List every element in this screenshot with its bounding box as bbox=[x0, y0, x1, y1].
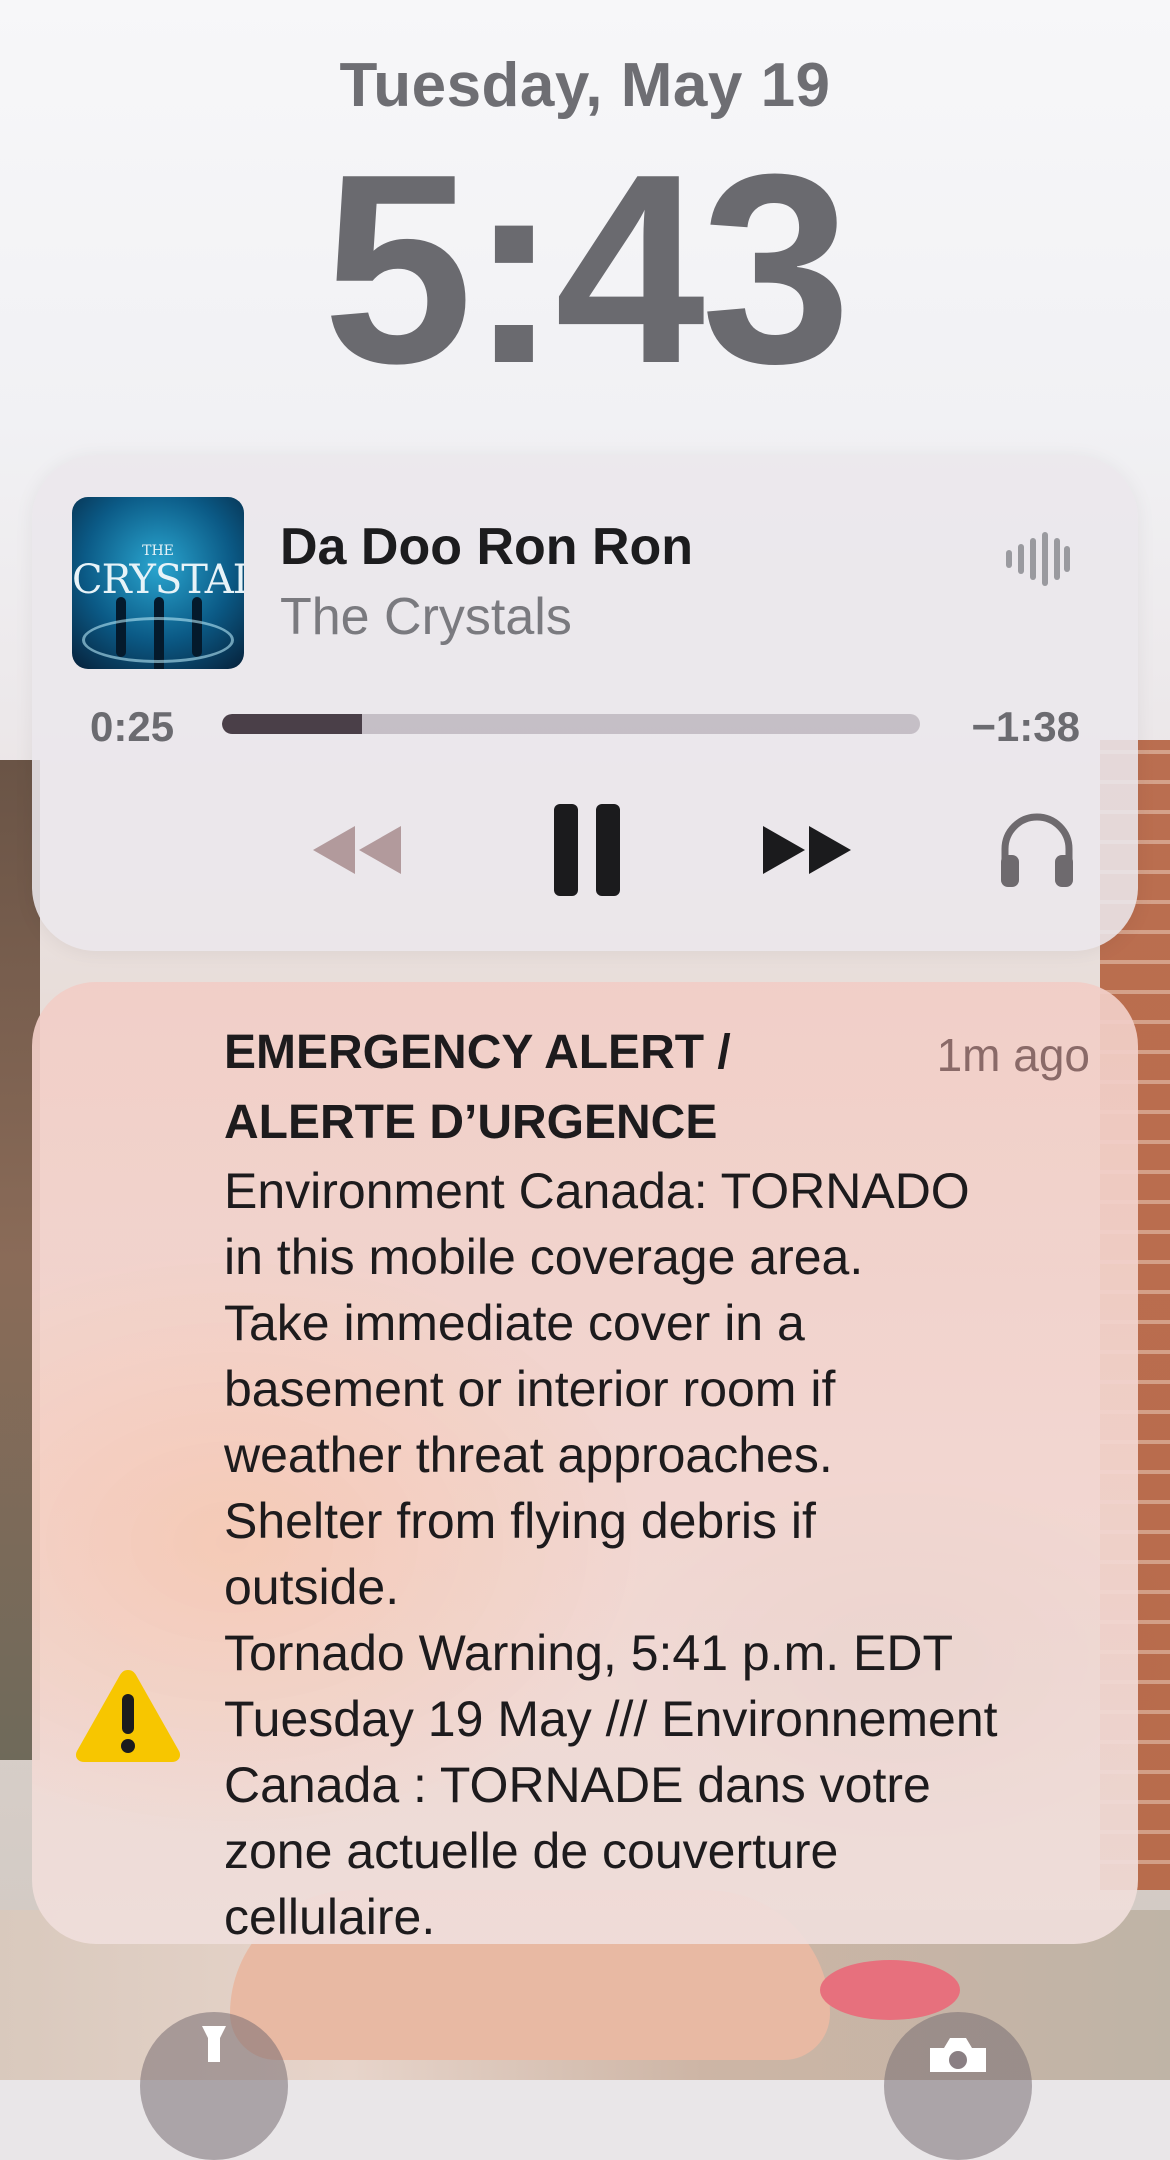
camera-icon bbox=[930, 2038, 986, 2072]
album-art-ripple bbox=[82, 617, 234, 663]
wallpaper-dog bbox=[820, 1960, 960, 2020]
notification-body: Environment Canada: TORNADO in this mobi… bbox=[224, 1163, 998, 1944]
fast-forward-button[interactable] bbox=[752, 795, 862, 905]
lockscreen-clock: 5:43 bbox=[322, 119, 851, 420]
warning-triangle-icon bbox=[75, 1670, 181, 1762]
notification-title: EMERGENCY ALERT / ALERTE D’URGENCE bbox=[224, 1026, 731, 1149]
song-title: Da Doo Ron Ron bbox=[280, 518, 694, 576]
fast-forward-icon bbox=[763, 826, 851, 874]
emergency-alert-notification[interactable]: EMERGENCY ALERT / ALERTE D’URGENCE 1m ag… bbox=[32, 982, 1138, 1944]
audio-output-button[interactable] bbox=[982, 795, 1092, 905]
playback-scrubber[interactable] bbox=[222, 714, 920, 734]
rewind-icon bbox=[313, 826, 401, 874]
elapsed-time: 0:25 bbox=[90, 703, 175, 750]
rewind-button[interactable] bbox=[302, 795, 412, 905]
camera-button[interactable] bbox=[884, 2012, 1032, 2160]
playback-progress-fill bbox=[222, 714, 362, 734]
song-artist: The Crystals bbox=[280, 588, 572, 646]
remaining-time: −1:38 bbox=[971, 703, 1080, 750]
pause-icon bbox=[554, 804, 620, 896]
headphones-icon bbox=[1001, 813, 1073, 887]
audio-waveform-icon bbox=[1006, 532, 1070, 586]
flashlight-button[interactable] bbox=[140, 2012, 288, 2160]
flashlight-icon bbox=[202, 2026, 226, 2062]
album-art[interactable]: THE CRYSTALS bbox=[72, 497, 244, 669]
lockscreen-date: Tuesday, May 19 bbox=[339, 51, 831, 120]
pause-button[interactable] bbox=[532, 795, 642, 905]
now-playing-widget[interactable]: THE CRYSTALS Da Doo Ron Ron The Crystals… bbox=[32, 455, 1138, 951]
notification-timestamp: 1m ago bbox=[936, 1029, 1090, 1081]
